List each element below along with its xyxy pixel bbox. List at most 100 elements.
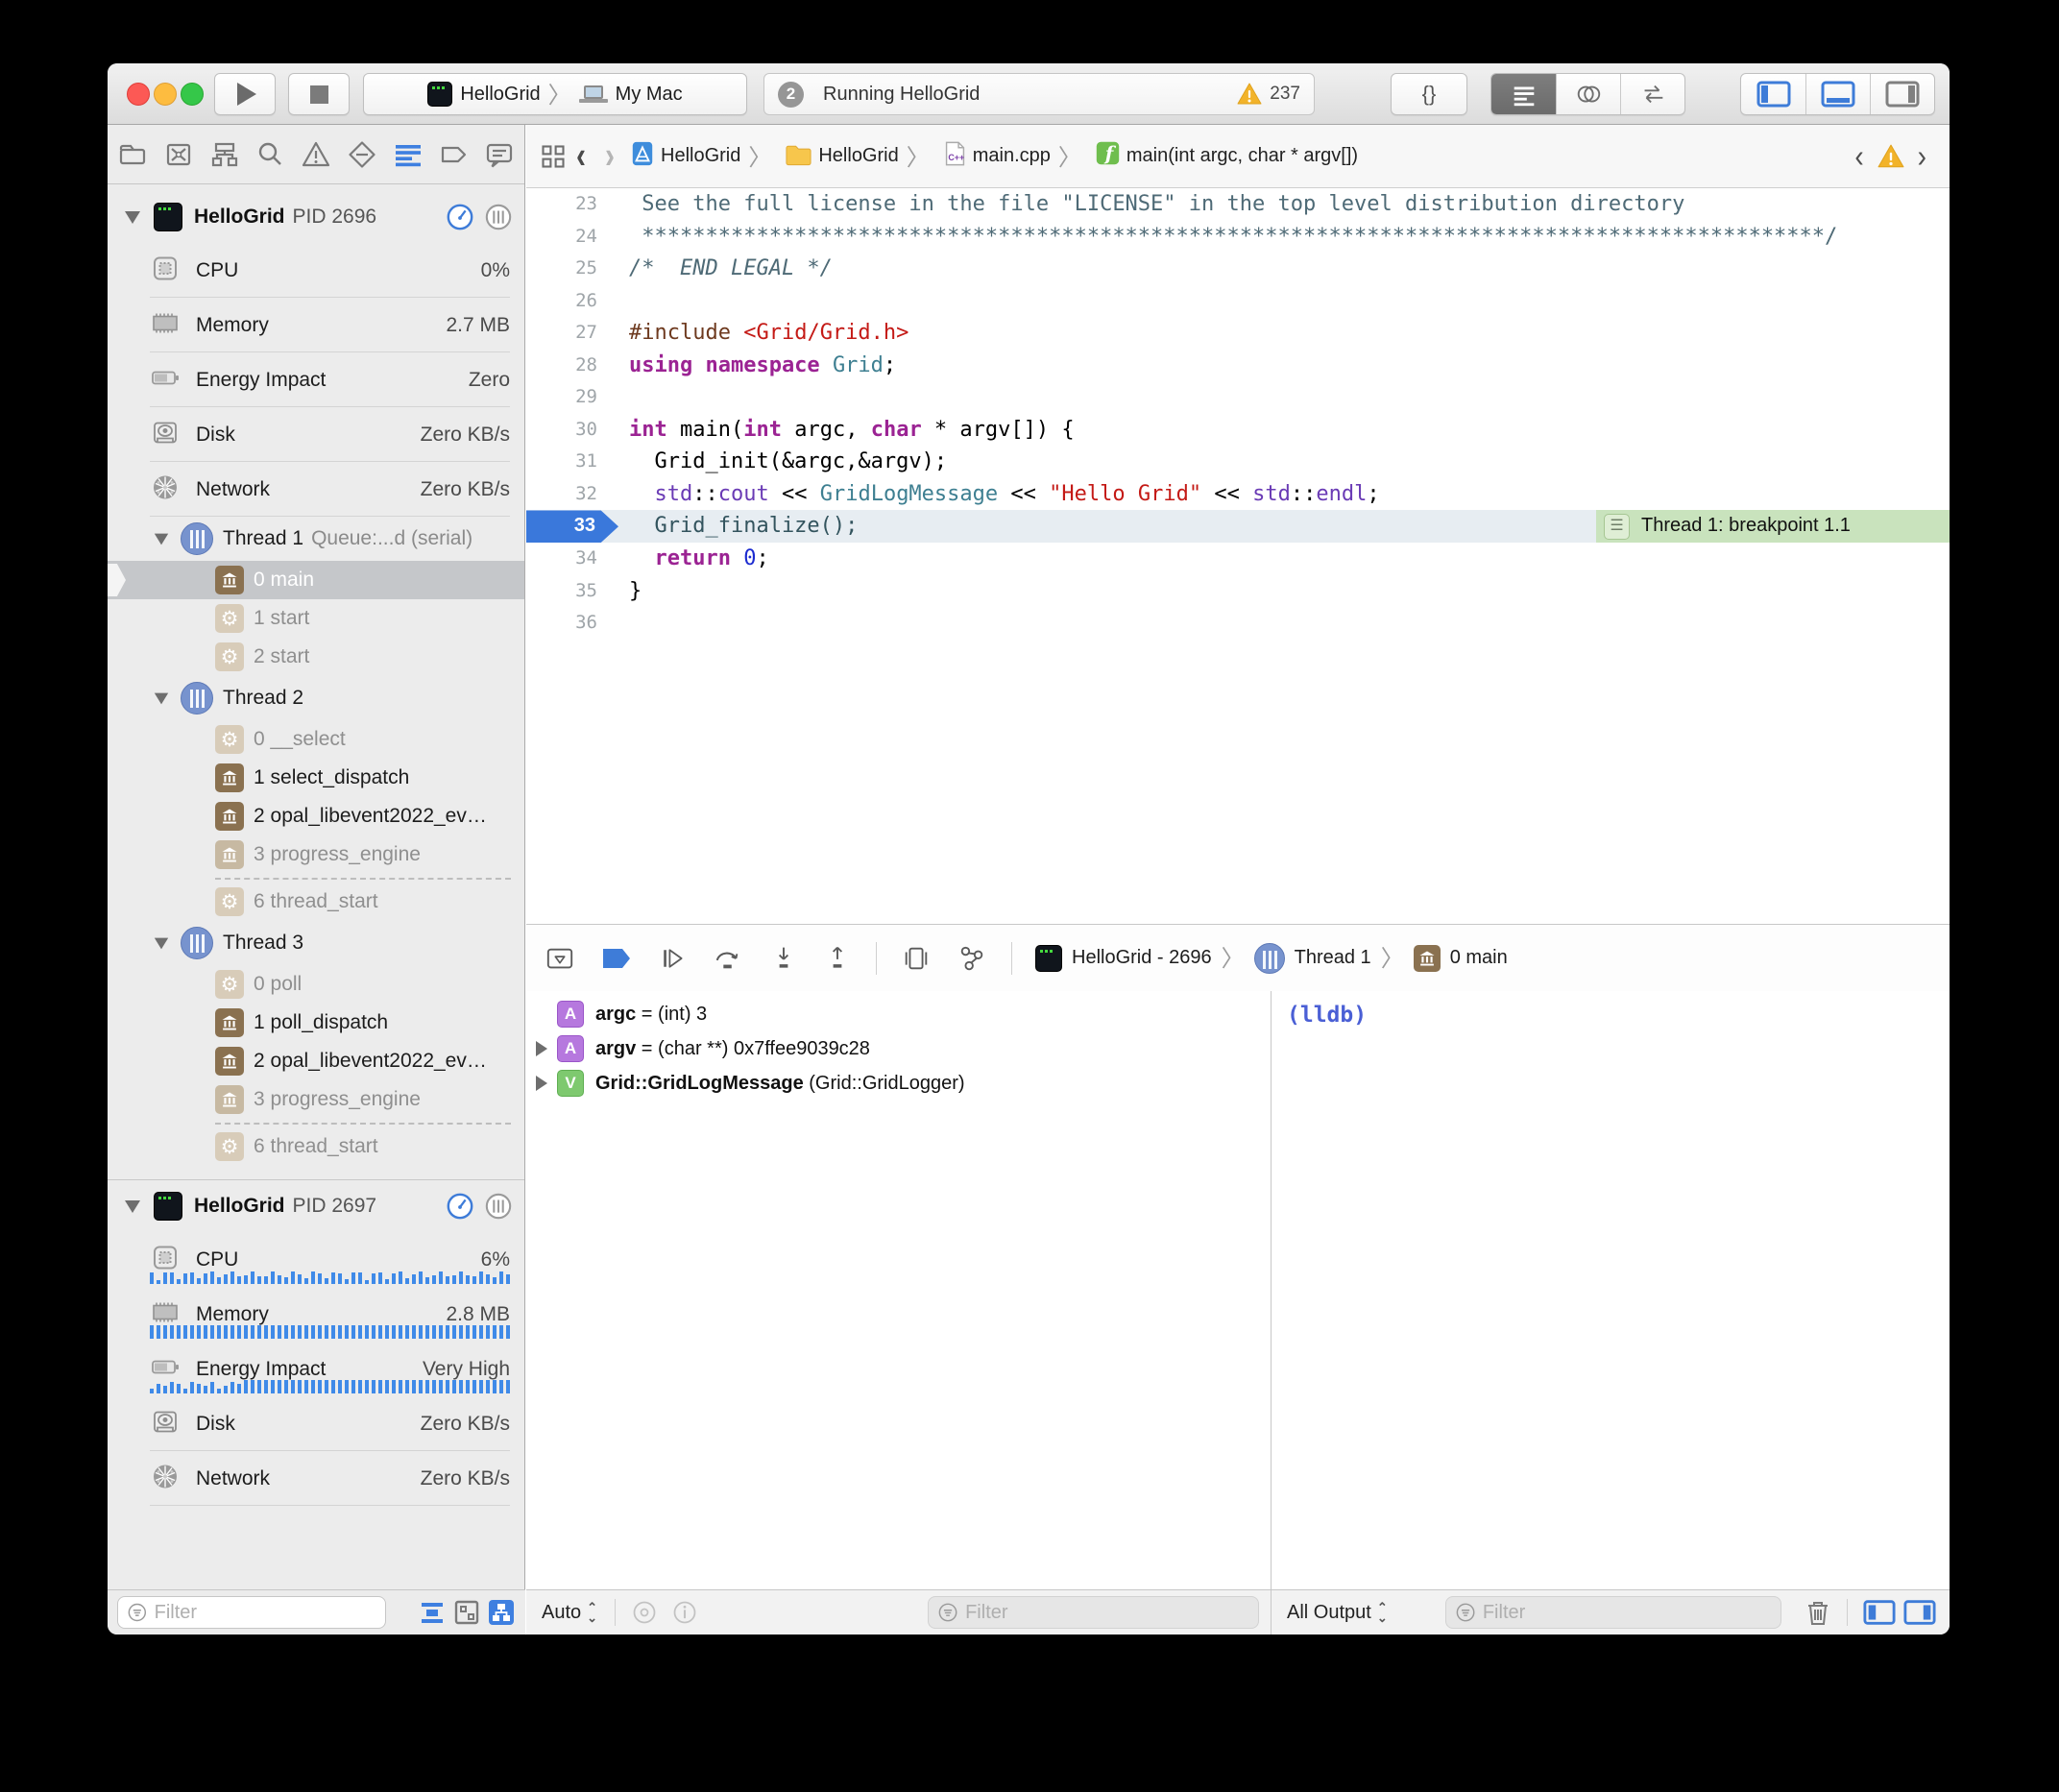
code-line[interactable]: 29 bbox=[526, 381, 1950, 414]
gauge-row-disk[interactable]: DiskZero KB/s bbox=[108, 407, 524, 462]
code-line[interactable]: 26 bbox=[526, 285, 1950, 318]
toggle-inspector-button[interactable] bbox=[1870, 74, 1934, 114]
navigator-filter-field[interactable] bbox=[117, 1596, 386, 1629]
breakpoints-enabled-button[interactable] bbox=[601, 947, 632, 970]
stack-frame-row[interactable]: 2 opal_libevent2022_ev… bbox=[108, 1042, 524, 1080]
console-filter-input[interactable] bbox=[1483, 1602, 1771, 1624]
thread-list-icon[interactable]: ☰ bbox=[1604, 514, 1630, 540]
thread-row[interactable]: Thread 1Queue:...d (serial) bbox=[108, 517, 524, 561]
gauge-row-disk[interactable]: DiskZero KB/s bbox=[108, 1396, 524, 1451]
thread-row[interactable]: Thread 2 bbox=[108, 676, 524, 720]
gauge-row-network[interactable]: NetworkZero KB/s bbox=[108, 462, 524, 517]
stack-frame-row[interactable]: ⚙2 start bbox=[108, 638, 524, 676]
debug-frame-crumb[interactable]: 0 main bbox=[1450, 947, 1508, 969]
stack-frame-row[interactable]: 1 select_dispatch bbox=[108, 759, 524, 797]
gauge-row-network[interactable]: NetworkZero KB/s bbox=[108, 1451, 524, 1506]
variables-filter-input[interactable] bbox=[965, 1602, 1248, 1624]
stack-frame-row[interactable]: 2 opal_libevent2022_ev… bbox=[108, 797, 524, 835]
print-description-button[interactable] bbox=[671, 1599, 698, 1626]
code-line[interactable]: 23 See the full license in the file "LIC… bbox=[526, 188, 1950, 221]
disclosure-triangle-icon[interactable] bbox=[155, 533, 168, 545]
issue-warning-icon[interactable] bbox=[1877, 144, 1904, 169]
stack-frame-row[interactable]: 1 poll_dispatch bbox=[108, 1004, 524, 1042]
stack-frame-row[interactable]: ⚙6 thread_start bbox=[108, 1127, 524, 1166]
assistant-editor-button[interactable] bbox=[1556, 74, 1620, 114]
variable-row[interactable]: Aargv = (char **) 0x7ffee9039c28 bbox=[526, 1031, 1270, 1066]
view-process-flat-button[interactable] bbox=[418, 1598, 447, 1627]
warning-count[interactable]: 237 bbox=[1270, 84, 1300, 105]
show-variables-view-button[interactable] bbox=[1863, 1599, 1896, 1626]
console-view[interactable]: (lldb) bbox=[1271, 991, 1950, 1589]
disclosure-triangle-icon[interactable] bbox=[536, 1076, 547, 1091]
gauge-row-memory[interactable]: Memory2.8 MB bbox=[108, 1287, 524, 1342]
breakpoint-code-line[interactable]: 33☰Thread 1: breakpoint 1.1 Grid_finaliz… bbox=[526, 510, 1950, 543]
gauge-row-energy-impact[interactable]: Energy ImpactZero bbox=[108, 352, 524, 407]
code-line[interactable]: 36 bbox=[526, 607, 1950, 640]
debug-memory-graph-button[interactable] bbox=[957, 944, 986, 973]
code-line[interactable]: 27#include <Grid/Grid.h> bbox=[526, 317, 1950, 350]
report-navigator-tab[interactable] bbox=[484, 139, 515, 170]
stack-frame-row[interactable]: 3 progress_engine bbox=[108, 1080, 524, 1119]
source-control-navigator-tab[interactable] bbox=[163, 139, 194, 170]
search-navigator-tab[interactable] bbox=[254, 139, 285, 170]
disclosure-triangle-icon[interactable] bbox=[125, 1200, 140, 1213]
standard-editor-button[interactable] bbox=[1491, 74, 1556, 114]
quicklook-eye-button[interactable] bbox=[631, 1599, 658, 1626]
code-line[interactable]: 30int main(int argc, char * argv[]) { bbox=[526, 414, 1950, 447]
breakpoint-marker[interactable]: 33 bbox=[526, 510, 618, 543]
thread-row[interactable]: Thread 3 bbox=[108, 921, 524, 965]
stack-frame-row[interactable]: ⚙6 thread_start bbox=[108, 883, 524, 921]
code-view[interactable]: 23 See the full license in the file "LIC… bbox=[526, 188, 1950, 924]
code-line[interactable]: 28using namespace Grid; bbox=[526, 350, 1950, 382]
stack-frame-row[interactable]: 3 progress_engine bbox=[108, 835, 524, 874]
gauge-icon[interactable] bbox=[446, 203, 474, 231]
stack-frame-row[interactable]: ⚙0 poll bbox=[108, 965, 524, 1004]
version-editor-button[interactable] bbox=[1620, 74, 1684, 114]
hide-debug-area-button[interactable] bbox=[545, 944, 574, 973]
variables-scope-selector[interactable]: Auto ⌃⌄ bbox=[542, 1602, 597, 1624]
navigator-filter-input[interactable] bbox=[155, 1602, 375, 1624]
code-line[interactable]: 24 *************************************… bbox=[526, 221, 1950, 254]
step-into-button[interactable] bbox=[770, 944, 797, 973]
scheme-selector[interactable]: HelloGrid 〉 My Mac bbox=[363, 73, 747, 115]
previous-issue-button[interactable]: ‹ bbox=[1854, 137, 1863, 174]
symbol-navigator-tab[interactable] bbox=[209, 139, 240, 170]
next-issue-button[interactable]: › bbox=[1918, 137, 1926, 174]
go-back-button[interactable]: ‹ bbox=[576, 134, 586, 177]
zoom-window-button[interactable] bbox=[181, 83, 204, 106]
debug-view-hierarchy-button[interactable] bbox=[902, 944, 931, 973]
breakpoint-navigator-tab[interactable] bbox=[438, 139, 469, 170]
test-navigator-tab[interactable] bbox=[347, 139, 377, 170]
clear-console-button[interactable] bbox=[1805, 1598, 1831, 1627]
related-items-icon[interactable] bbox=[540, 143, 567, 170]
breakpoint-annotation[interactable]: ☰Thread 1: breakpoint 1.1 bbox=[1596, 510, 1950, 543]
gauge-row-cpu[interactable]: CPU0% bbox=[108, 243, 524, 298]
toggle-debug-area-button[interactable] bbox=[1805, 74, 1870, 114]
debug-navigator-tab[interactable] bbox=[393, 139, 424, 170]
activity-count-badge[interactable]: 2 bbox=[778, 82, 804, 108]
view-by-thread-button[interactable] bbox=[452, 1598, 481, 1627]
disclosure-triangle-icon[interactable] bbox=[155, 937, 168, 949]
code-line[interactable]: 25/* END LEGAL */ bbox=[526, 253, 1950, 285]
debug-thread-crumb[interactable]: Thread 1 bbox=[1295, 947, 1371, 969]
jump-bar-crumb[interactable]: HelloGrid bbox=[661, 145, 740, 167]
view-by-queue-button[interactable] bbox=[487, 1598, 516, 1627]
toggle-navigator-button[interactable] bbox=[1741, 74, 1805, 114]
code-line[interactable]: 31 Grid_init(&argc,&argv); bbox=[526, 446, 1950, 478]
code-line[interactable]: 32 std::cout << GridLogMessage << "Hello… bbox=[526, 478, 1950, 511]
close-window-button[interactable] bbox=[127, 83, 150, 106]
threads-icon[interactable] bbox=[484, 203, 513, 231]
variable-row[interactable]: VGrid::GridLogMessage (Grid::GridLogger) bbox=[526, 1066, 1270, 1101]
minimize-window-button[interactable] bbox=[154, 83, 177, 106]
step-over-button[interactable] bbox=[713, 944, 743, 973]
code-snippets-button[interactable]: {} bbox=[1391, 73, 1467, 115]
jump-bar-crumb[interactable]: HelloGrid bbox=[818, 145, 898, 167]
debug-process-crumb[interactable]: HelloGrid - 2696 bbox=[1072, 947, 1212, 969]
variables-view[interactable]: Aargc = (int) 3Aargv = (char **) 0x7ffee… bbox=[526, 991, 1270, 1589]
threads-icon[interactable] bbox=[484, 1192, 513, 1221]
stack-frame-row[interactable]: ⚙1 start bbox=[108, 599, 524, 638]
show-console-view-button[interactable] bbox=[1903, 1599, 1936, 1626]
stack-frame-row[interactable]: ⚙0 __select bbox=[108, 720, 524, 759]
disclosure-triangle-icon[interactable] bbox=[125, 211, 140, 224]
run-button[interactable] bbox=[214, 73, 276, 115]
